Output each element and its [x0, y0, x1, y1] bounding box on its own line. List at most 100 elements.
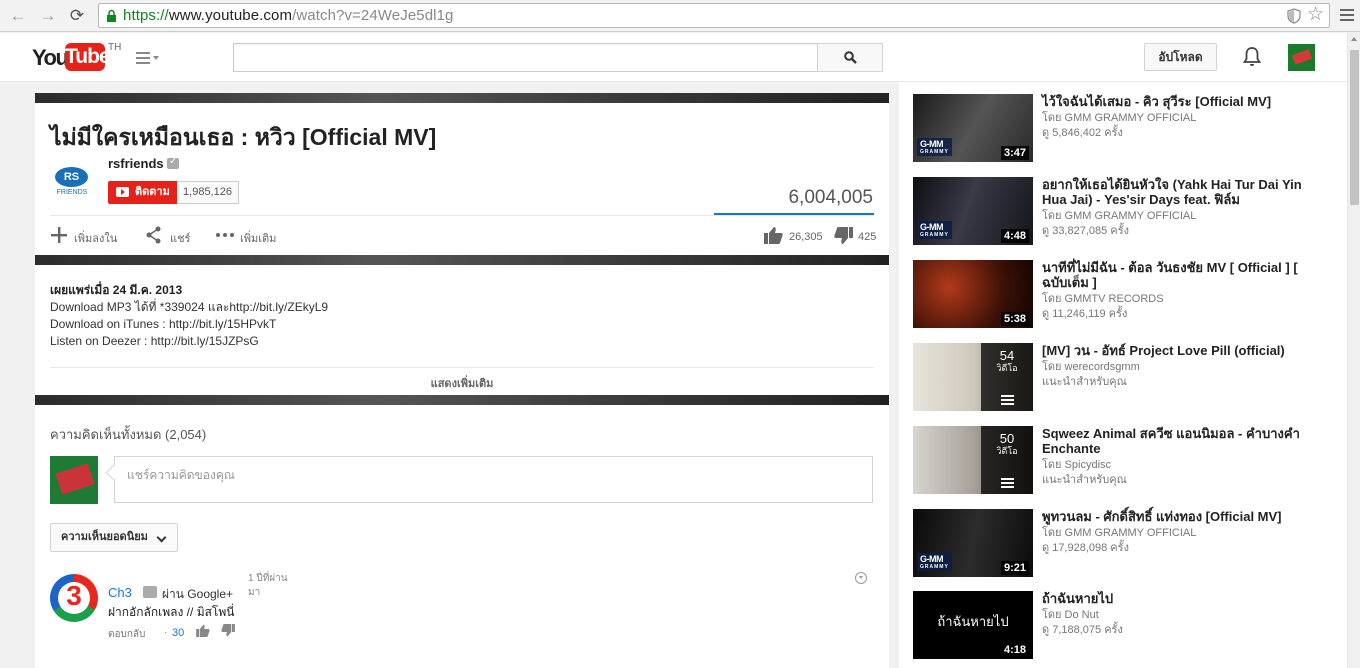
video-thumbnail[interactable]: G-MM 9:21: [913, 509, 1033, 577]
related-video-title[interactable]: [MV] วน - อัทธ์ Project Love Pill (offic…: [1042, 343, 1302, 358]
video-duration: 4:48: [1000, 229, 1029, 243]
video-thumbnail[interactable]: ถ้าฉันหายไป 4:18: [913, 591, 1033, 659]
related-video-title[interactable]: ถ้าฉันหายไป: [1042, 591, 1302, 606]
related-video-channel: โดย Do Nut: [1042, 609, 1099, 621]
browser-menu-icon[interactable]: [1340, 6, 1354, 24]
account-avatar[interactable]: [1288, 44, 1315, 71]
related-video-item[interactable]: G-MM 4:48 อยากให้เธอได้ยินหัวใจ (Yahk Ha…: [913, 177, 1333, 247]
reload-icon[interactable]: ⟳: [67, 6, 87, 26]
related-video-channel: โดย GMMTV RECORDS: [1042, 293, 1164, 305]
playlist-unit: วิดีโอ: [996, 363, 1018, 373]
verified-badge-icon: [143, 586, 157, 598]
recommended-label: แนะนำสำหรับคุณ: [1042, 376, 1127, 388]
add-to-button[interactable]: เพิ่มลงใน: [50, 226, 140, 246]
more-actions-button[interactable]: เพิ่มเติม: [215, 226, 295, 246]
back-icon[interactable]: ←: [8, 6, 28, 26]
related-playlist-item[interactable]: 54 วิดีโอ [MV] วน - อัทธ์ Project Love P…: [913, 343, 1333, 413]
scrollbar-thumb[interactable]: [1350, 50, 1359, 205]
video-thumbnail[interactable]: G-MM 4:48: [913, 177, 1033, 245]
share-button[interactable]: แชร์: [146, 226, 206, 246]
related-video-title[interactable]: ไว้ใจฉันได้เสมอ - คิว สุวีระ [Official M…: [1042, 94, 1302, 109]
view-count: 6,004,005: [788, 187, 873, 208]
subscribe-button[interactable]: ติดตาม: [108, 181, 177, 204]
upload-button[interactable]: อัปโหลด: [1144, 43, 1217, 71]
guide-menu-icon[interactable]: [136, 52, 160, 66]
notifications-bell-icon[interactable]: [1243, 46, 1261, 68]
related-video-views: ดู 11,246,119 ครั้ง: [1042, 308, 1128, 320]
related-video-views: ดู 17,928,098 ครั้ง: [1042, 542, 1129, 554]
label-badge: G-MM: [917, 138, 952, 156]
comments-count: (2,054): [165, 427, 207, 442]
related-video-title[interactable]: พูทวนลม - ศักดิ์สิทธิ์ แท่งทอง [Official…: [1042, 509, 1302, 524]
divider: [50, 215, 874, 216]
related-video-views: ดู 5,846,402 ครั้ง: [1042, 127, 1123, 139]
reply-button[interactable]: ตอบกลับ: [108, 627, 145, 642]
separator-dot: ·: [164, 627, 168, 638]
video-duration: 9:21: [1000, 561, 1029, 575]
search-button[interactable]: [817, 43, 883, 72]
channel-avatar[interactable]: RS FRIENDS: [52, 161, 92, 201]
publish-date: เผยแพร่เมื่อ 24 มี.ค. 2013: [50, 283, 183, 297]
address-bar[interactable]: https://www.youtube.com/watch?v=24WeJe5d…: [98, 3, 1330, 28]
comment-thumbs-down-icon[interactable]: [221, 624, 235, 637]
divider: [50, 367, 874, 368]
video-thumbnail[interactable]: 5:38: [913, 260, 1033, 328]
playlist-thumbnail[interactable]: 54 วิดีโอ: [913, 343, 1033, 411]
search-input[interactable]: [233, 43, 818, 72]
subscribe-label: ติดตาม: [135, 186, 170, 198]
comment-author-link[interactable]: Ch3: [108, 585, 132, 600]
comments-title: ความคิดเห็นทั้งหมด: [50, 427, 162, 442]
page-scrollbar[interactable]: [1347, 33, 1360, 668]
comment-timestamp[interactable]: 1 ปีที่ผ่าน มา: [248, 572, 303, 600]
playlist-icon: [1001, 476, 1014, 488]
label-badge: G-MM: [917, 221, 952, 239]
related-playlist-item[interactable]: 50 วิดีโอ Sqweez Animal สควีซ แอนนิมอล -…: [913, 426, 1333, 496]
shield-icon[interactable]: [1287, 8, 1301, 24]
show-more-button[interactable]: แสดงเพิ่มเติม: [35, 374, 889, 392]
comment-thumbs-up-icon[interactable]: [196, 624, 210, 637]
decorative-banner-strip: [35, 395, 889, 405]
bookmark-star-icon[interactable]: ☆: [1307, 5, 1324, 25]
video-description: เผยแพร่เมื่อ 24 มี.ค. 2013 Download MP3 …: [50, 282, 328, 350]
related-video-item[interactable]: G-MM 9:21 พูทวนลม - ศักดิ์สิทธิ์ แท่งทอง…: [913, 509, 1333, 579]
related-video-title[interactable]: อยากให้เธอได้ยินหัวใจ (Yahk Hai Tur Dai …: [1042, 177, 1302, 207]
related-video-views: ดู 7,188,075 ครั้ง: [1042, 624, 1123, 636]
watch-main: ไม่มีใครเหมือนเธอ : หวิว [Official MV] R…: [35, 93, 889, 668]
video-title: ไม่มีใครเหมือนเธอ : หวิว [Official MV]: [50, 124, 437, 150]
masthead: You Tube TH อัปโหลด: [0, 33, 1347, 82]
related-video-item[interactable]: ถ้าฉันหายไป 4:18 ถ้าฉันหายไป โดย Do Nut …: [913, 591, 1333, 661]
comment-text: ฝากอักลักเพลง // มิสโพนี่: [108, 605, 235, 619]
video-player-bottom-edge: [35, 93, 889, 103]
related-video-title[interactable]: นาทีที่ไม่มีฉัน - ต้อล วันธงชัย MV [ Off…: [1042, 260, 1302, 290]
more-dots-icon: [216, 233, 234, 237]
comment-like-count: 30: [172, 627, 185, 639]
video-thumbnail[interactable]: G-MM 3:47: [913, 94, 1033, 162]
recommended-label: แนะนำสำหรับคุณ: [1042, 474, 1127, 486]
sort-label: ความเห็นยอดนิยม: [61, 531, 148, 543]
label-badge: G-MM: [917, 553, 952, 571]
scroll-up-arrow-icon[interactable]: [1351, 37, 1357, 41]
share-icon: [146, 226, 161, 244]
related-video-title[interactable]: Sqweez Animal สควีซ แอนนิมอล - คำบางคำ E…: [1042, 426, 1302, 456]
commenter-avatar[interactable]: 3: [50, 574, 98, 622]
playlist-thumbnail[interactable]: 50 วิดีโอ: [913, 426, 1033, 494]
comment-time-line: มา: [248, 587, 261, 598]
related-video-channel: โดย werecordsgmm: [1042, 361, 1140, 373]
playlist-overlay: 54 วิดีโอ: [981, 343, 1033, 411]
thumbs-down-icon: [834, 227, 853, 244]
comment-sort-dropdown[interactable]: ความเห็นยอดนิยม: [50, 523, 178, 552]
comments-header: ความคิดเห็นทั้งหมด (2,054): [50, 424, 206, 445]
forward-icon[interactable]: →: [38, 6, 58, 26]
related-video-item[interactable]: G-MM 3:47 ไว้ใจฉันได้เสมอ - คิว สุวีระ […: [913, 94, 1333, 164]
comment-input[interactable]: แชร์ความคิดของคุณ: [114, 456, 873, 503]
youtube-logo[interactable]: You Tube TH: [32, 42, 122, 72]
verified-badge-icon: [167, 156, 179, 169]
video-duration: 4:18: [1000, 643, 1029, 657]
subscriber-count: 1,985,126: [177, 181, 239, 204]
related-video-channel: โดย GMM GRAMMY OFFICIAL: [1042, 527, 1197, 539]
region-code: TH: [108, 42, 122, 53]
related-video-item[interactable]: 5:38 นาทีที่ไม่มีฉัน - ต้อล วันธงชัย MV …: [913, 260, 1333, 330]
comment-menu-icon[interactable]: [855, 572, 867, 584]
channel-name-link[interactable]: rsfriends: [108, 156, 164, 171]
related-videos-sidebar: G-MM 3:47 ไว้ใจฉันได้เสมอ - คิว สุวีระ […: [899, 82, 1347, 668]
